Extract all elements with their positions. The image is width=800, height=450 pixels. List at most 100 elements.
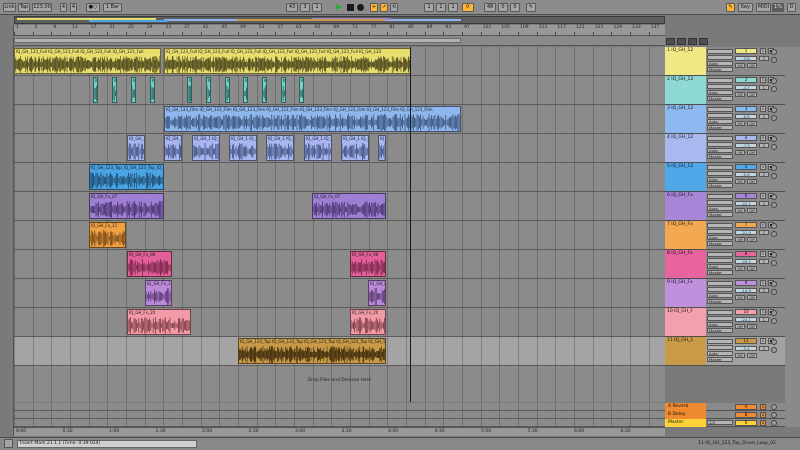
send-a-button[interactable]: Off — [735, 353, 745, 358]
return-name[interactable]: Master — [665, 419, 706, 427]
output-select[interactable]: Master — [707, 125, 733, 130]
position-sixteenth-field[interactable]: 1 — [312, 3, 322, 12]
return-lane[interactable] — [14, 411, 665, 419]
monitor-select[interactable]: Auto — [707, 90, 733, 95]
solo-button[interactable]: S — [760, 309, 766, 315]
track-strip[interactable]: 4 IQ_GH_12AutoMaster4S●-7.3COffOff — [665, 134, 800, 163]
audio-clip[interactable]: IQ_GH_Fx_07 — [312, 193, 386, 219]
stop-icon[interactable] — [347, 4, 354, 11]
track-strip[interactable]: 1 IQ_GH_12AutoMaster1S●-3.8COffOff — [665, 47, 800, 76]
send-b-knob[interactable] — [771, 231, 777, 237]
return-knob[interactable] — [771, 412, 777, 418]
input-type-select[interactable] — [707, 339, 733, 344]
send-a-knob[interactable] — [771, 78, 777, 84]
input-type-select[interactable] — [707, 165, 733, 170]
audio-clip[interactable]: IQ_GH_123_Top_IQ_GH_123_Top_IQ_GH_123_To… — [89, 164, 164, 190]
track-name[interactable]: 2 IQ_GH_12 — [665, 76, 706, 104]
time-signature-numerator[interactable]: 4 — [60, 3, 67, 12]
return-name[interactable]: B Delay — [665, 411, 706, 419]
send-a-knob[interactable] — [771, 252, 777, 258]
track-activator[interactable]: 8 — [735, 251, 757, 257]
send-a-button[interactable]: Off — [735, 150, 745, 155]
time-ruler[interactable]: 0:00 0:30 1:00 1:30 2:00 2:30 3:00 3:30 4:00 4:30… — [14, 427, 665, 436]
track-volume[interactable]: -24.1 — [735, 317, 757, 322]
audio-clip[interactable]: IQ_GH_123_Top IQ_GH_123_Top IQ_GH_123_To… — [238, 338, 386, 364]
audio-clip[interactable]: IQ_GH_1 IQ_GH_1 — [266, 135, 294, 161]
overdub-button[interactable]: + — [370, 3, 378, 12]
track-strip[interactable]: 10 IQ_GH_FAutoMaster10S●-24.1COffOff — [665, 308, 800, 337]
output-select[interactable]: Master — [707, 154, 733, 159]
track-activator[interactable]: 6 — [735, 193, 757, 199]
output-select[interactable]: Master — [707, 328, 733, 333]
audio-clip[interactable]: IQ_GH_1 IQ_GH_1 — [304, 135, 332, 161]
track-pan[interactable]: C — [759, 288, 769, 293]
track-strip[interactable]: 9 IQ_GH_FxAutoMaster9S●-14.9COffOff — [665, 279, 800, 308]
track-activator[interactable]: 3 — [735, 106, 757, 112]
audio-clip[interactable]: IQ_GH_Fx_08 — [350, 251, 386, 277]
send-b-knob[interactable] — [771, 115, 777, 121]
audio-clip[interactable]: IQ_GH_Fx_13 — [145, 280, 172, 306]
track-name[interactable]: 7 IQ_GH_Fx — [665, 221, 706, 249]
track-activator[interactable]: 11 — [735, 338, 757, 344]
audio-clip[interactable]: IQ — [378, 135, 386, 161]
send-b-button[interactable]: Off — [747, 150, 757, 155]
input-type-select[interactable] — [707, 223, 733, 228]
loop-brace[interactable] — [14, 38, 461, 43]
metronome-button[interactable]: ●○ — [86, 3, 100, 12]
send-b-knob[interactable] — [771, 173, 777, 179]
audio-clip[interactable]: IQ_GH_Fx_11 — [89, 222, 126, 248]
track-name[interactable]: 10 IQ_GH_F — [665, 308, 706, 336]
track-volume[interactable]: -3.8 — [735, 56, 757, 61]
audio-clip[interactable]: IQ — [225, 77, 230, 103]
track-volume[interactable]: -4.7 — [735, 85, 757, 90]
return-knob[interactable] — [771, 420, 777, 426]
track-strip[interactable]: 5 IQ_GH_12AutoMaster5S●-9.6COffOff — [665, 163, 800, 192]
send-a-button[interactable]: Off — [735, 295, 745, 300]
audio-clip[interactable]: IQ_GH_1 IQ_GH_1 — [229, 135, 257, 161]
solo-button[interactable]: S — [760, 338, 766, 344]
solo-button[interactable]: S — [760, 193, 766, 199]
send-b-knob[interactable] — [771, 86, 777, 92]
track-strip[interactable]: 8 IQ_GH_FxAutoMaster8S●-20.1COffOff — [665, 250, 800, 279]
audio-clip[interactable]: IQ_GH_1 IQ_GH_1 — [341, 135, 369, 161]
master-ratio-select[interactable]: 1/2 — [707, 420, 733, 425]
position-bar-field[interactable]: 43 — [286, 3, 298, 12]
monitor-select[interactable]: Auto — [707, 322, 733, 327]
info-toggle-icon[interactable] — [4, 439, 13, 448]
send-a-button[interactable]: Off — [735, 266, 745, 271]
track-volume[interactable]: -14.9 — [735, 288, 757, 293]
loop-switch[interactable]: ⟳ — [462, 3, 474, 12]
send-a-knob[interactable] — [771, 136, 777, 142]
send-b-knob[interactable] — [771, 202, 777, 208]
beat-time-ruler[interactable]: 1 5 9 13 17 21 25 29 33 37 41 45 49 53 57 61 65 69 73 77 81 8… — [14, 25, 665, 36]
track-volume[interactable]: -7.3 — [735, 143, 757, 148]
output-select[interactable]: Master — [707, 212, 733, 217]
track-pan[interactable]: C — [759, 201, 769, 206]
track-volume[interactable]: -20.1 — [735, 259, 757, 264]
midi-map-button[interactable]: MIDI — [756, 3, 771, 12]
key-map-button[interactable]: Key — [738, 3, 753, 12]
send-b-button[interactable]: Off — [747, 208, 757, 213]
monitor-select[interactable]: Auto — [707, 293, 733, 298]
input-type-select[interactable] — [707, 107, 733, 112]
solo-button[interactable]: S — [760, 412, 766, 418]
send-b-button[interactable]: Off — [747, 179, 757, 184]
track-activator[interactable]: 5 — [735, 164, 757, 170]
track-name[interactable]: 3 IQ_GH_12 — [665, 105, 706, 133]
track-pan[interactable]: C — [759, 259, 769, 264]
return-lane[interactable] — [14, 419, 665, 427]
send-b-knob[interactable] — [771, 144, 777, 150]
loop-length-beat-field[interactable]: 0 — [498, 3, 508, 12]
audio-clip[interactable]: IQ_GH_123_Full IQ_GH_123_Full IQ_GH_123_… — [14, 48, 161, 74]
audio-clip[interactable]: IQ — [206, 77, 211, 103]
solo-button[interactable]: S — [760, 251, 766, 257]
track-volume[interactable]: -9.6 — [735, 172, 757, 177]
set-button[interactable] — [666, 38, 675, 45]
loop-start-bar-field[interactable]: 1 — [424, 3, 434, 12]
send-b-button[interactable]: Off — [747, 324, 757, 329]
track-volume[interactable]: -21.0 — [735, 230, 757, 235]
audio-clip[interactable]: IQ — [150, 77, 155, 103]
play-icon[interactable] — [336, 4, 342, 10]
send-a-button[interactable]: Off — [735, 63, 745, 68]
audio-clip[interactable]: IQ_GH_1 — [164, 135, 182, 161]
